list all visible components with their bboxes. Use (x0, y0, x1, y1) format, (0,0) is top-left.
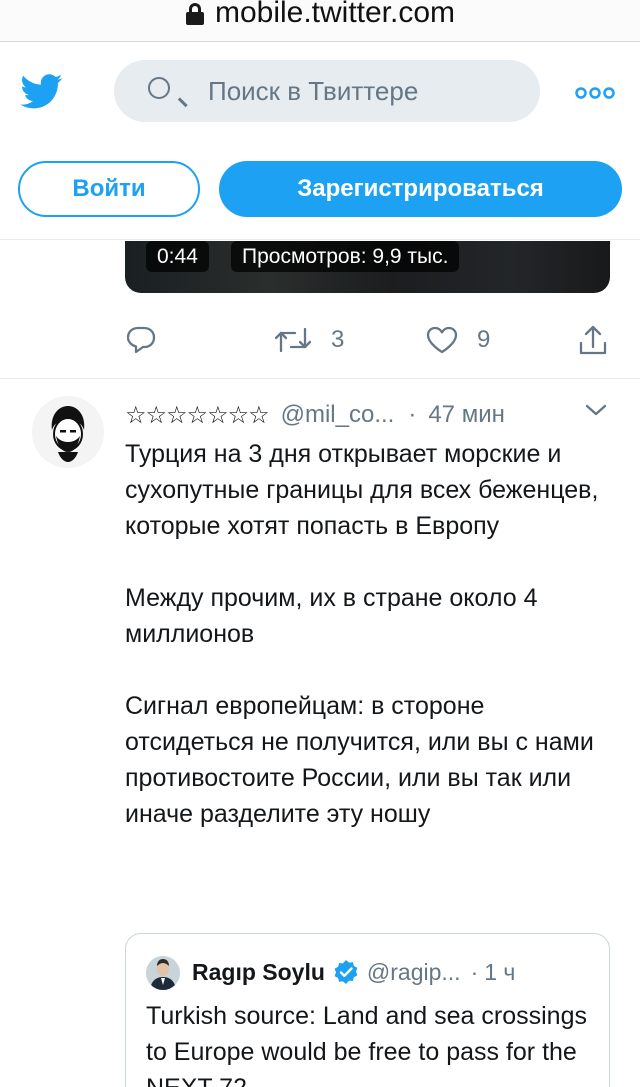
quoted-tweet[interactable]: Ragıp Soylu @ragip... · 1 ч Turkish sour… (125, 933, 610, 1087)
tweet-divider (0, 378, 640, 379)
twitter-bird-icon[interactable] (18, 70, 66, 112)
signup-button[interactable]: Зарегистрироваться (219, 161, 622, 217)
quoted-tweet-text: Turkish source: Land and sea crossings t… (146, 1002, 587, 1087)
video-views-badge: Просмотров: 9,9 тыс. (231, 241, 460, 272)
tweet-paragraph: Между прочим, их в стране около 4 миллио… (125, 584, 538, 648)
more-dots-icon[interactable] (575, 86, 615, 100)
tweet-paragraph: Сигнал европейцам: в стороне отсидеться … (125, 692, 594, 828)
search-placeholder: Поиск в Твиттере (208, 75, 419, 106)
quoted-tweet-time[interactable]: 1 ч (484, 959, 515, 986)
quoted-avatar-image (146, 956, 180, 990)
like-count: 9 (477, 326, 491, 353)
avatar-image (32, 396, 104, 468)
quoted-tweet-header: Ragıp Soylu @ragip... · 1 ч (192, 954, 602, 990)
browser-url-bar[interactable]: mobile.twitter.com (0, 0, 640, 42)
heart-icon (426, 326, 458, 354)
reply-button[interactable] (125, 320, 157, 360)
separator-dot: · (470, 958, 479, 985)
share-button[interactable] (577, 320, 609, 360)
tweet-paragraph: Турция на 3 дня открывает морские и сухо… (125, 440, 599, 540)
tweet-header: ☆☆☆☆☆☆☆ @mil_co... · 47 мин (125, 398, 555, 432)
separator-dot: · (408, 401, 417, 428)
share-icon (579, 325, 607, 355)
login-button[interactable]: Войти (18, 161, 200, 217)
tweet-text: Турция на 3 дня открывает морские и сухо… (125, 436, 615, 832)
quoted-avatar (146, 956, 180, 990)
video-player[interactable]: 0:44 Просмотров: 9,9 тыс. (125, 241, 610, 293)
video-duration-badge: 0:44 (146, 241, 209, 272)
quoted-author-handle[interactable]: @ragip... (367, 959, 461, 986)
retweet-count: 3 (331, 326, 345, 353)
tweet-time[interactable]: 47 мин (428, 401, 505, 429)
search-input[interactable]: Поиск в Твиттере (114, 60, 540, 122)
lock-icon (185, 1, 205, 25)
reply-icon (126, 326, 156, 354)
quoted-author-name[interactable]: Ragıp Soylu (192, 959, 325, 986)
verified-badge-icon (334, 960, 358, 984)
chevron-down-icon[interactable] (584, 402, 608, 418)
retweet-button[interactable]: 3 (273, 320, 344, 360)
author-name[interactable]: ☆☆☆☆☆☆☆ (125, 401, 270, 430)
retweet-icon (274, 327, 312, 353)
avatar[interactable] (32, 396, 104, 468)
top-header: Поиск в Твиттере Войти Зарегистрироватьс… (0, 42, 640, 240)
like-button[interactable]: 9 (425, 320, 490, 360)
url-text[interactable]: mobile.twitter.com (215, 0, 455, 30)
author-handle[interactable]: @mil_co... (281, 401, 395, 429)
search-icon (146, 75, 188, 107)
tweet-actions: 3 9 (125, 320, 615, 360)
